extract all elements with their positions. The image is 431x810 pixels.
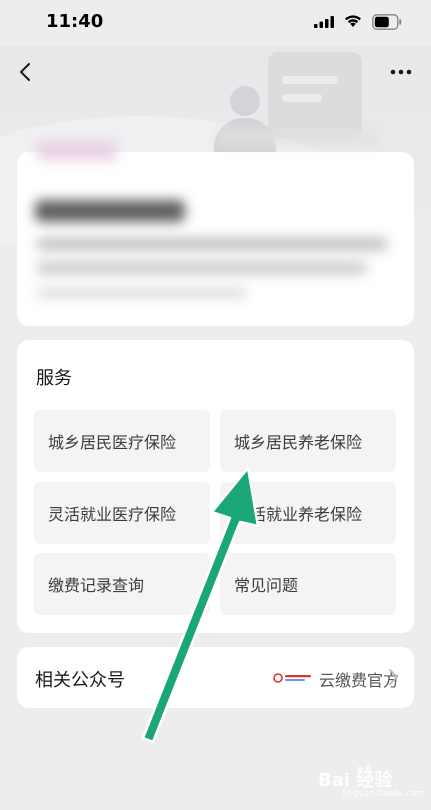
blurred-text <box>37 262 367 274</box>
service-faq[interactable]: 常见问题 <box>220 553 396 615</box>
services-title: 服务 <box>36 368 72 389</box>
blurred-profile-content <box>17 130 414 326</box>
chevron-right-icon <box>389 669 398 685</box>
wifi-icon <box>345 15 361 27</box>
blurred-logo <box>37 142 117 160</box>
person-illustration-head <box>230 86 260 116</box>
signal-icon <box>314 16 334 28</box>
related-title: 相关公众号 <box>35 670 125 691</box>
id-card-line <box>282 94 322 102</box>
status-time: 11:40 <box>46 11 104 32</box>
account-logo-icon <box>273 673 311 683</box>
service-payment-record-query[interactable]: 缴费记录查询 <box>34 553 210 615</box>
blurred-text <box>37 288 247 298</box>
id-card-line <box>282 76 338 84</box>
back-button[interactable] <box>12 58 38 86</box>
service-urban-rural-pension-insurance[interactable]: 城乡居民养老保险 <box>220 410 396 472</box>
more-button[interactable] <box>386 60 416 84</box>
blurred-text <box>217 130 377 144</box>
service-urban-rural-medical-insurance[interactable]: 城乡居民医疗保险 <box>34 410 210 472</box>
services-card: 服务 城乡居民医疗保险 城乡居民养老保险 灵活就业医疗保险 灵活就业养老保险 缴… <box>17 340 414 633</box>
service-flexible-employment-medical-insurance[interactable]: 灵活就业医疗保险 <box>34 482 210 544</box>
status-bar: 11:40 <box>0 0 431 46</box>
account-profile-card <box>17 130 414 326</box>
blurred-text <box>37 238 387 250</box>
blurred-title <box>35 200 185 222</box>
more-dots-icon <box>390 69 412 75</box>
related-official-account-row[interactable]: 相关公众号 云缴费官方 <box>17 647 414 708</box>
service-flexible-employment-pension-insurance[interactable]: 灵活就业养老保险 <box>220 482 396 544</box>
chevron-left-icon <box>20 63 30 81</box>
battery-icon <box>372 14 402 30</box>
watermark-subtext: jingyan.baidu.com <box>342 789 426 799</box>
